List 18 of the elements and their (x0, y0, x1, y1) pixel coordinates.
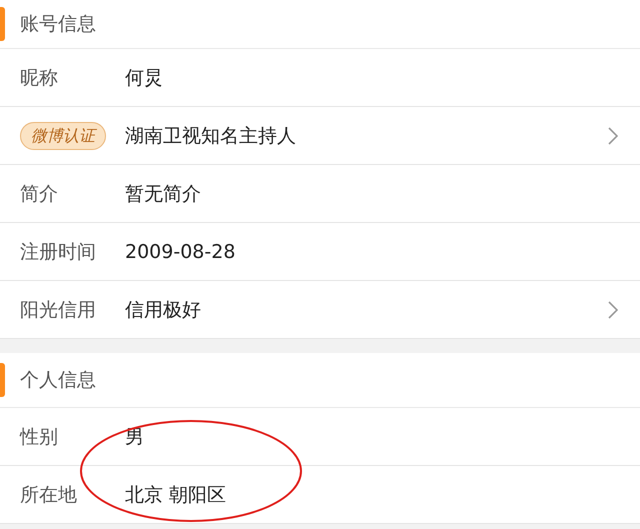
field-label: 昵称 (20, 66, 59, 90)
verified-badge: 微博认证 (20, 122, 106, 150)
field-value: 2009-08-28 (125, 240, 236, 262)
field-value: 湖南卫视知名主持人 (125, 124, 297, 148)
section-marker (0, 363, 5, 397)
section-marker (0, 7, 5, 41)
field-label: 注册时间 (20, 240, 97, 264)
field-value: 北京 朝阳区 (125, 482, 228, 508)
info-row[interactable]: 微博认证 湖南卫视知名主持人 (0, 107, 640, 165)
field-label: 性别 (20, 424, 59, 450)
section-title: 个人信息 (20, 368, 96, 393)
field-label: 所在地 (20, 482, 78, 508)
field-label: 简介 (20, 182, 59, 206)
field-value: 暂无简介 (125, 182, 202, 206)
field-label: 阳光信用 (20, 298, 97, 322)
field-value: 信用极好 (125, 298, 202, 322)
section-title: 账号信息 (20, 12, 96, 37)
field-value: 何炅 (125, 66, 164, 90)
